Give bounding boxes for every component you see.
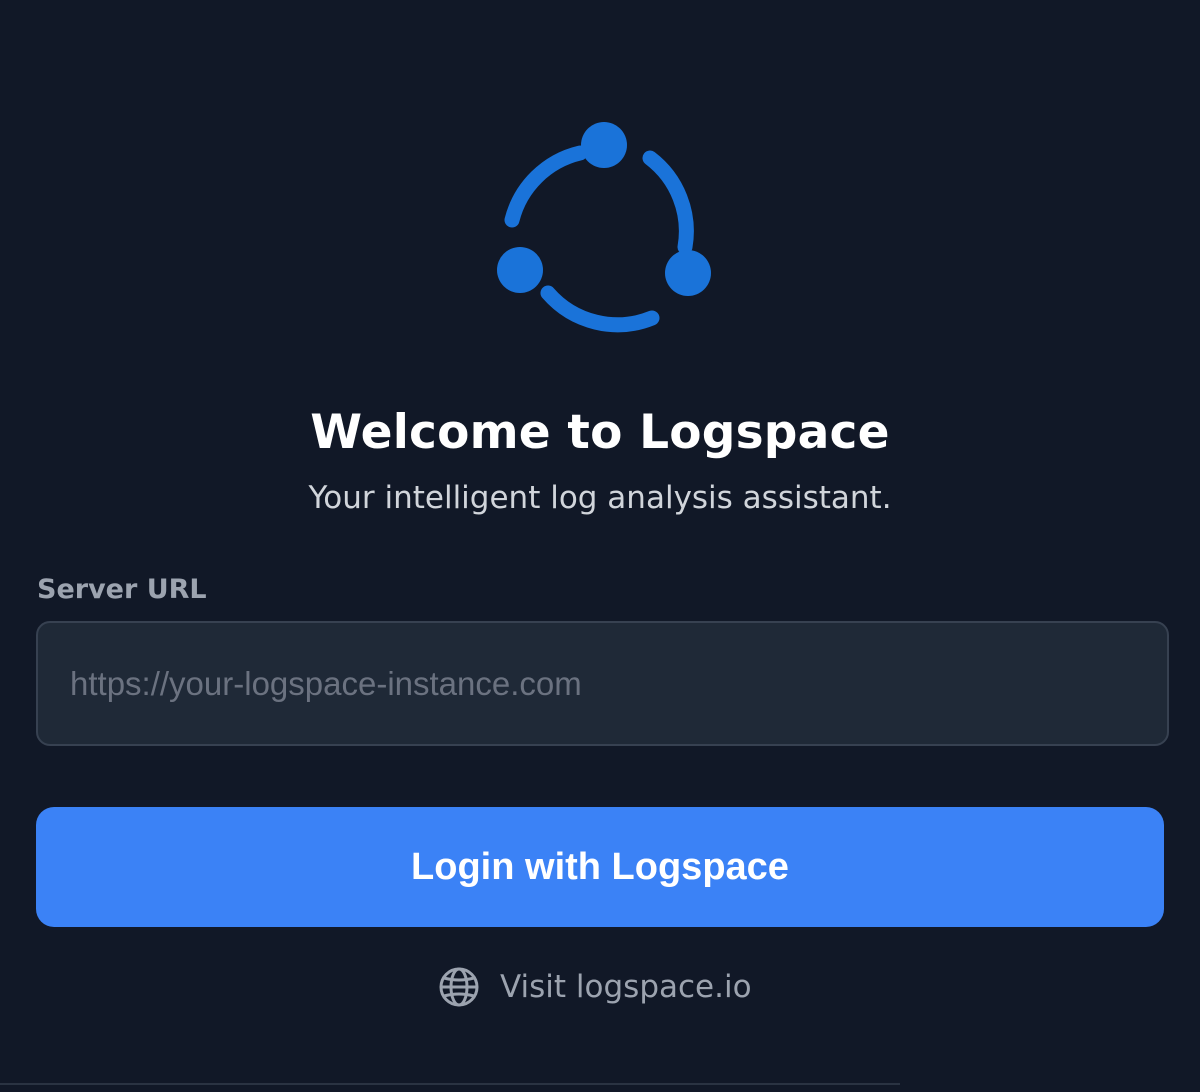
logspace-logo-icon: [497, 122, 711, 333]
divider: [0, 1083, 900, 1085]
login-button[interactable]: Login with Logspace: [36, 807, 1164, 927]
login-page: Welcome to Logspace Your intelligent log…: [0, 0, 1200, 1092]
globe-icon: [439, 967, 479, 1007]
page-subtitle: Your intelligent log analysis assistant.: [308, 480, 892, 516]
server-url-label: Server URL: [37, 574, 207, 605]
server-url-input[interactable]: [36, 621, 1169, 746]
page-title: Welcome to Logspace: [310, 405, 890, 460]
visit-website-label: Visit logspace.io: [500, 969, 752, 1005]
visit-website-link[interactable]: Visit logspace.io: [438, 963, 752, 1011]
